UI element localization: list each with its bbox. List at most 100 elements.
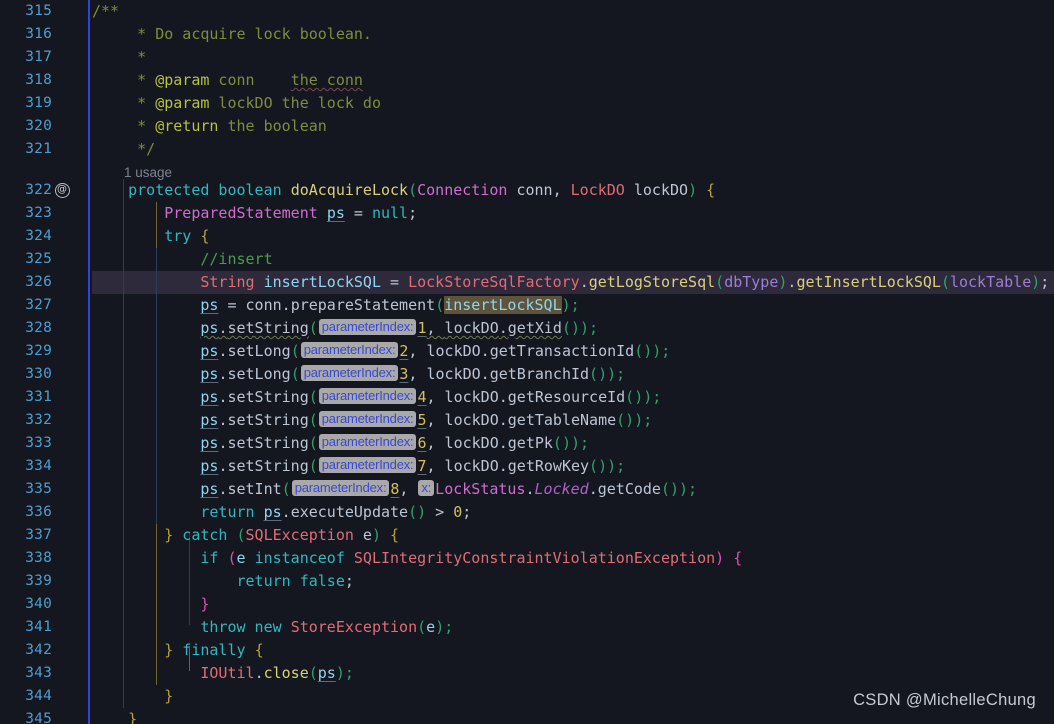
code-line[interactable]: ps.setString(parameterIndex: 4, lockDO.ge… xyxy=(92,386,1054,409)
paren: ( xyxy=(715,273,725,291)
code-line[interactable]: ps.setInt(parameterIndex: 8, x: LockStatus… xyxy=(92,478,1054,501)
dot: . xyxy=(498,457,508,475)
code-line[interactable]: ps = conn.prepareStatement(insertLockSQL… xyxy=(92,294,1054,317)
code-line-current[interactable]: String insertLockSQL = LockStoreSqlFacto… xyxy=(92,271,1054,294)
dot: . xyxy=(498,411,508,429)
method-call: getBranchId xyxy=(489,365,590,383)
operator: > xyxy=(426,503,454,521)
code-line[interactable]: return ps.executeUpdate() > 0; xyxy=(92,501,1054,524)
code-area[interactable]: 1 usage /** * Do acquire lock boolean. *… xyxy=(92,0,1054,724)
paren: ( xyxy=(308,664,318,682)
code-line[interactable]: ps.setLong(parameterIndex: 3, lockDO.getB… xyxy=(92,363,1054,386)
type: PreparedStatement xyxy=(164,204,327,222)
code-line[interactable]: try { xyxy=(92,225,1054,248)
inlay-hint-parameterindex[interactable]: parameterIndex: xyxy=(318,319,417,335)
inlay-hint-parameterindex[interactable]: parameterIndex: xyxy=(318,411,417,427)
code-line[interactable]: * Do acquire lock boolean. xyxy=(92,23,1054,46)
boolean-literal: false xyxy=(299,572,345,590)
code-line[interactable]: if (e instanceof SQLIntegrityConstraintV… xyxy=(92,547,1054,570)
code-line[interactable]: * @param conn the conn xyxy=(92,69,1054,92)
code-line[interactable]: ps.setString(parameterIndex: 6, lockDO.ge… xyxy=(92,432,1054,455)
code-line[interactable]: //insert xyxy=(92,248,1054,271)
method-call: getPk xyxy=(507,434,553,452)
line-number: 336 xyxy=(25,504,52,520)
editor-gutter[interactable]: 315 316 317 318 319 320 321 322 @ 323 32… xyxy=(0,0,90,724)
inlay-hint-parameterindex[interactable]: parameterIndex: xyxy=(318,434,417,450)
line-number: 319 xyxy=(25,95,52,111)
line-number: 335 xyxy=(25,481,52,497)
method-call: setString xyxy=(227,319,309,337)
method-call: setString xyxy=(227,457,309,475)
exception-var: e xyxy=(426,618,436,636)
line-comment: //insert xyxy=(200,250,273,268)
javadoc-param-name: conn xyxy=(209,71,291,89)
param-ref: lockDO xyxy=(444,434,499,452)
keyword-return: return xyxy=(236,572,300,590)
code-line[interactable]: * xyxy=(92,46,1054,69)
code-line[interactable]: /** xyxy=(92,0,1054,23)
code-line-method-signature[interactable]: protected boolean doAcquireLock(Connecti… xyxy=(92,179,1054,202)
code-line[interactable]: * @param lockDO the lock do xyxy=(92,92,1054,115)
inlay-hint-parameterindex[interactable]: parameterIndex: xyxy=(318,388,417,404)
at-glyph: @ xyxy=(54,183,70,198)
override-method-marker-icon[interactable]: @ xyxy=(54,179,70,202)
inlay-hint-parameterindex[interactable]: parameterIndex: xyxy=(291,480,390,496)
line-number: 328 xyxy=(25,320,52,336)
paren: ( xyxy=(308,434,318,452)
paren: ) xyxy=(634,411,644,429)
code-line[interactable]: ps.setString(parameterIndex: 5, lockDO.ge… xyxy=(92,409,1054,432)
param-name: conn, xyxy=(507,181,571,199)
paren: ( xyxy=(281,480,291,498)
semicolon: ; xyxy=(408,204,418,222)
inlay-hint-parameterindex[interactable]: parameterIndex: xyxy=(300,365,399,381)
field-ref: dbType xyxy=(724,273,779,291)
paren: ) xyxy=(561,296,571,314)
method-call: prepareStatement xyxy=(290,296,436,314)
javadoc-tag: @return xyxy=(155,117,219,135)
line-number: 344 xyxy=(25,688,52,704)
line-number: 332 xyxy=(25,412,52,428)
paren-matched: ) xyxy=(715,549,725,567)
paren: ( xyxy=(308,457,318,475)
code-line[interactable]: IOUtil.close(ps); xyxy=(92,662,1054,685)
exception-type: SQLIntegrityConstraintViolationException xyxy=(344,549,716,567)
line-number: 342 xyxy=(25,642,52,658)
param-ref: lockDO xyxy=(426,342,481,360)
line-number: 334 xyxy=(25,458,52,474)
inlay-hint-x[interactable]: x: xyxy=(418,480,435,496)
line-number: 322 xyxy=(25,182,52,198)
semicolon: ; xyxy=(661,342,671,360)
code-line[interactable]: ps.setString(parameterIndex: 7, lockDO.ge… xyxy=(92,455,1054,478)
semicolon: ; xyxy=(652,388,662,406)
code-line[interactable]: * @return the boolean xyxy=(92,115,1054,138)
method-call: setString xyxy=(227,388,309,406)
paren: ) xyxy=(580,319,590,337)
code-line[interactable]: } catch (SQLException e) { xyxy=(92,524,1054,547)
method-call: setString xyxy=(227,411,309,429)
code-line[interactable]: ps.setLong(parameterIndex: 2, lockDO.getT… xyxy=(92,340,1054,363)
line-number: 337 xyxy=(25,527,52,543)
method-call: getRowKey xyxy=(507,457,590,475)
line-number: 318 xyxy=(25,72,52,88)
comma: , xyxy=(426,411,445,429)
code-line[interactable]: throw new StoreException(e); xyxy=(92,616,1054,639)
dot: . xyxy=(281,503,291,521)
exception-type: StoreException xyxy=(290,618,418,636)
line-number: 339 xyxy=(25,573,52,589)
code-line[interactable]: } finally { xyxy=(92,639,1054,662)
code-line[interactable]: } xyxy=(92,593,1054,616)
method-call: setString xyxy=(227,434,309,452)
paren: ( xyxy=(308,319,318,337)
code-line[interactable]: } xyxy=(92,708,1054,724)
code-line[interactable]: ps.setString(parameterIndex: 1, lockDO.ge… xyxy=(92,317,1054,340)
javadoc-return-desc: the boolean xyxy=(218,117,327,135)
inlay-hint-parameterindex[interactable]: parameterIndex: xyxy=(318,457,417,473)
dot: . xyxy=(588,480,598,498)
code-line[interactable]: return false; xyxy=(92,570,1054,593)
inlay-hint-parameterindex[interactable]: parameterIndex: xyxy=(300,342,399,358)
semicolon: ; xyxy=(688,480,698,498)
code-line[interactable]: PreparedStatement ps = null; xyxy=(92,202,1054,225)
paren: ( xyxy=(308,411,318,429)
code-line[interactable]: */ xyxy=(92,138,1054,161)
paren: ( xyxy=(308,388,318,406)
